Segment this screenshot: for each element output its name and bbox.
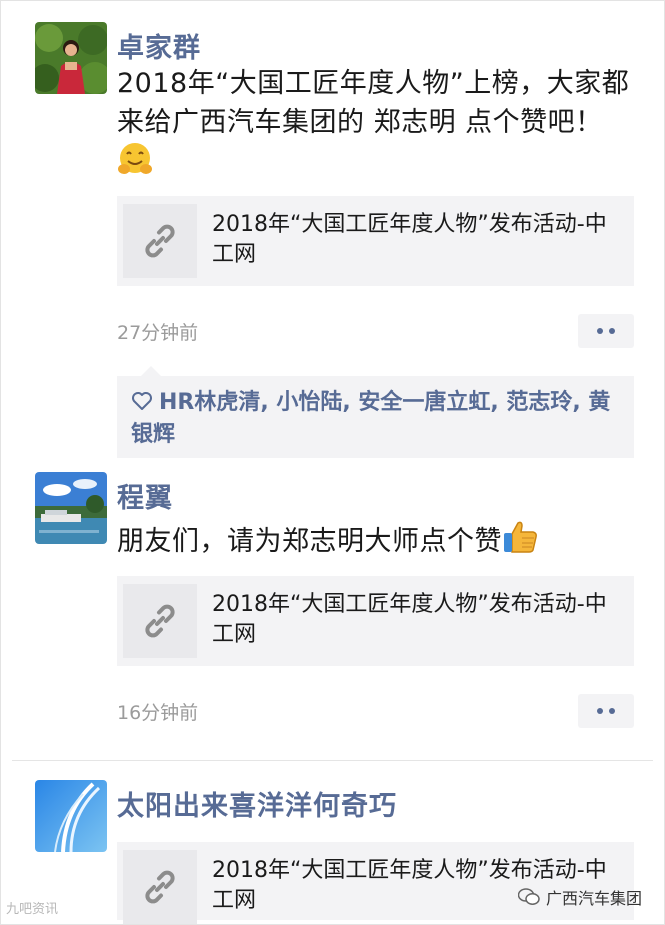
- post-author-name[interactable]: 太阳出来喜洋洋何奇巧: [117, 784, 397, 823]
- link-title: 2018年“大国工匠年度人物”发布活动-中工网: [212, 212, 607, 267]
- thumbs-up-emoji-icon: [502, 520, 538, 565]
- link-icon: [145, 224, 175, 258]
- post-text-body: 朋友们，请为郑志明大师点个赞: [117, 526, 502, 557]
- link-icon: [145, 870, 175, 904]
- likes-panel: HR林虎清, 小怡陆, 安全一唐立虹, 范志玲, 黄银辉: [117, 366, 634, 458]
- post-divider: [12, 760, 653, 761]
- likes-list[interactable]: HR林虎清, 小怡陆, 安全一唐立虹, 范志玲, 黄银辉: [131, 388, 627, 450]
- likes-names[interactable]: HR林虎清, 小怡陆, 安全一唐立虹, 范志玲, 黄银辉: [131, 390, 610, 447]
- link-thumbnail: [123, 850, 197, 924]
- watermark-right-text: 广西汽车集团: [546, 889, 643, 908]
- post-author-name[interactable]: 卓家群: [117, 26, 201, 65]
- more-dots-icon: [609, 328, 615, 334]
- watermark-left: 九吧资讯: [6, 902, 59, 917]
- post-text: 朋友们，请为郑志明大师点个赞: [117, 520, 637, 565]
- link-title: 2018年“大国工匠年度人物”发布活动-中工网: [212, 592, 607, 647]
- watermark-right: 广西汽车集团: [518, 885, 642, 909]
- avatar[interactable]: [35, 22, 107, 94]
- link-card[interactable]: 2018年“大国工匠年度人物”发布活动-中工网: [117, 196, 634, 286]
- link-thumbnail: [123, 584, 197, 658]
- hug-emoji-icon: [117, 142, 153, 187]
- avatar[interactable]: [35, 780, 107, 852]
- wechat-icon: [518, 888, 540, 905]
- more-dots-icon: [609, 708, 615, 714]
- more-dots-icon: [597, 328, 603, 334]
- link-icon: [145, 604, 175, 638]
- more-dots-button[interactable]: [578, 314, 634, 348]
- post-text: 2018年“大国工匠年度人物”上榜，大家都来给广西汽车集团的 郑志明 点个赞吧！: [117, 64, 637, 187]
- link-card[interactable]: 2018年“大国工匠年度人物”发布活动-中工网: [117, 576, 634, 666]
- link-thumbnail: [123, 204, 197, 278]
- avatar[interactable]: [35, 472, 107, 544]
- heart-icon: [131, 390, 153, 420]
- post-time: 16分钟前: [117, 702, 199, 724]
- more-dots-button[interactable]: [578, 694, 634, 728]
- more-dots-icon: [597, 708, 603, 714]
- post-time: 27分钟前: [117, 322, 199, 344]
- post-text-body: 2018年“大国工匠年度人物”上榜，大家都来给广西汽车集团的 郑志明 点个赞吧！: [117, 68, 630, 138]
- post-author-name[interactable]: 程翼: [117, 476, 173, 515]
